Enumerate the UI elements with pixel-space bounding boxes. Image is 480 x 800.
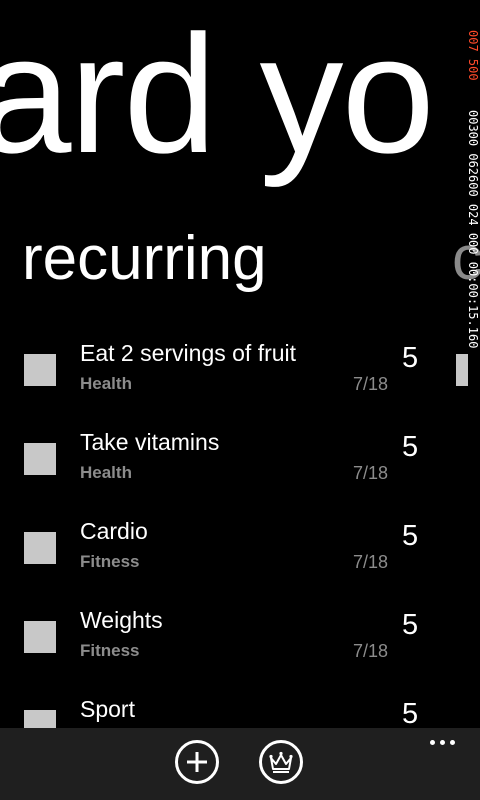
task-category: Fitness (80, 641, 140, 660)
task-title: Weights (80, 607, 163, 633)
task-date: 7/18 (352, 463, 388, 483)
task-points: 5 (402, 609, 419, 641)
task-checkbox[interactable] (24, 354, 56, 386)
task-checkbox[interactable] (24, 443, 56, 475)
list-item[interactable]: Weights Fitness 7/18 5 (0, 603, 466, 692)
add-icon (187, 752, 207, 772)
recurring-task-list: Eat 2 servings of fruit Health 7/18 5 Ta… (0, 336, 466, 781)
app-title: ard yo (0, 0, 435, 188)
ellipsis-icon[interactable] (430, 740, 456, 746)
task-checkbox[interactable] (24, 621, 56, 653)
task-date: 7/18 (352, 641, 388, 661)
task-points: 5 (402, 520, 419, 552)
app-bar (0, 728, 480, 800)
next-pane-checkbox-peek (456, 354, 468, 386)
task-title: Take vitamins (80, 429, 220, 455)
task-category: Health (80, 463, 132, 482)
task-points: 5 (402, 698, 419, 730)
add-button[interactable] (175, 740, 219, 784)
crown-icon (269, 751, 293, 773)
task-date: 7/18 (352, 374, 388, 394)
task-points: 5 (402, 342, 419, 374)
frame-rate-counter-white: 00300 062600 024 000 00:00:15.160 (466, 110, 480, 349)
pivot-header-recurring[interactable]: recurring (22, 228, 267, 290)
rewards-button[interactable] (259, 740, 303, 784)
list-item[interactable]: Eat 2 servings of fruit Health 7/18 5 (0, 336, 466, 425)
task-category: Health (80, 374, 132, 393)
task-title: Sport (80, 696, 135, 722)
task-date: 7/18 (352, 552, 388, 572)
task-title: Cardio (80, 518, 148, 544)
task-checkbox[interactable] (24, 532, 56, 564)
list-item[interactable]: Cardio Fitness 7/18 5 (0, 514, 466, 603)
task-title: Eat 2 servings of fruit (80, 340, 297, 366)
list-item[interactable]: Take vitamins Health 7/18 5 (0, 425, 466, 514)
task-points: 5 (402, 431, 419, 463)
frame-rate-counter-values: 00300 062600 024 000 00:00:15.160 (466, 110, 480, 390)
task-category: Fitness (80, 552, 140, 571)
